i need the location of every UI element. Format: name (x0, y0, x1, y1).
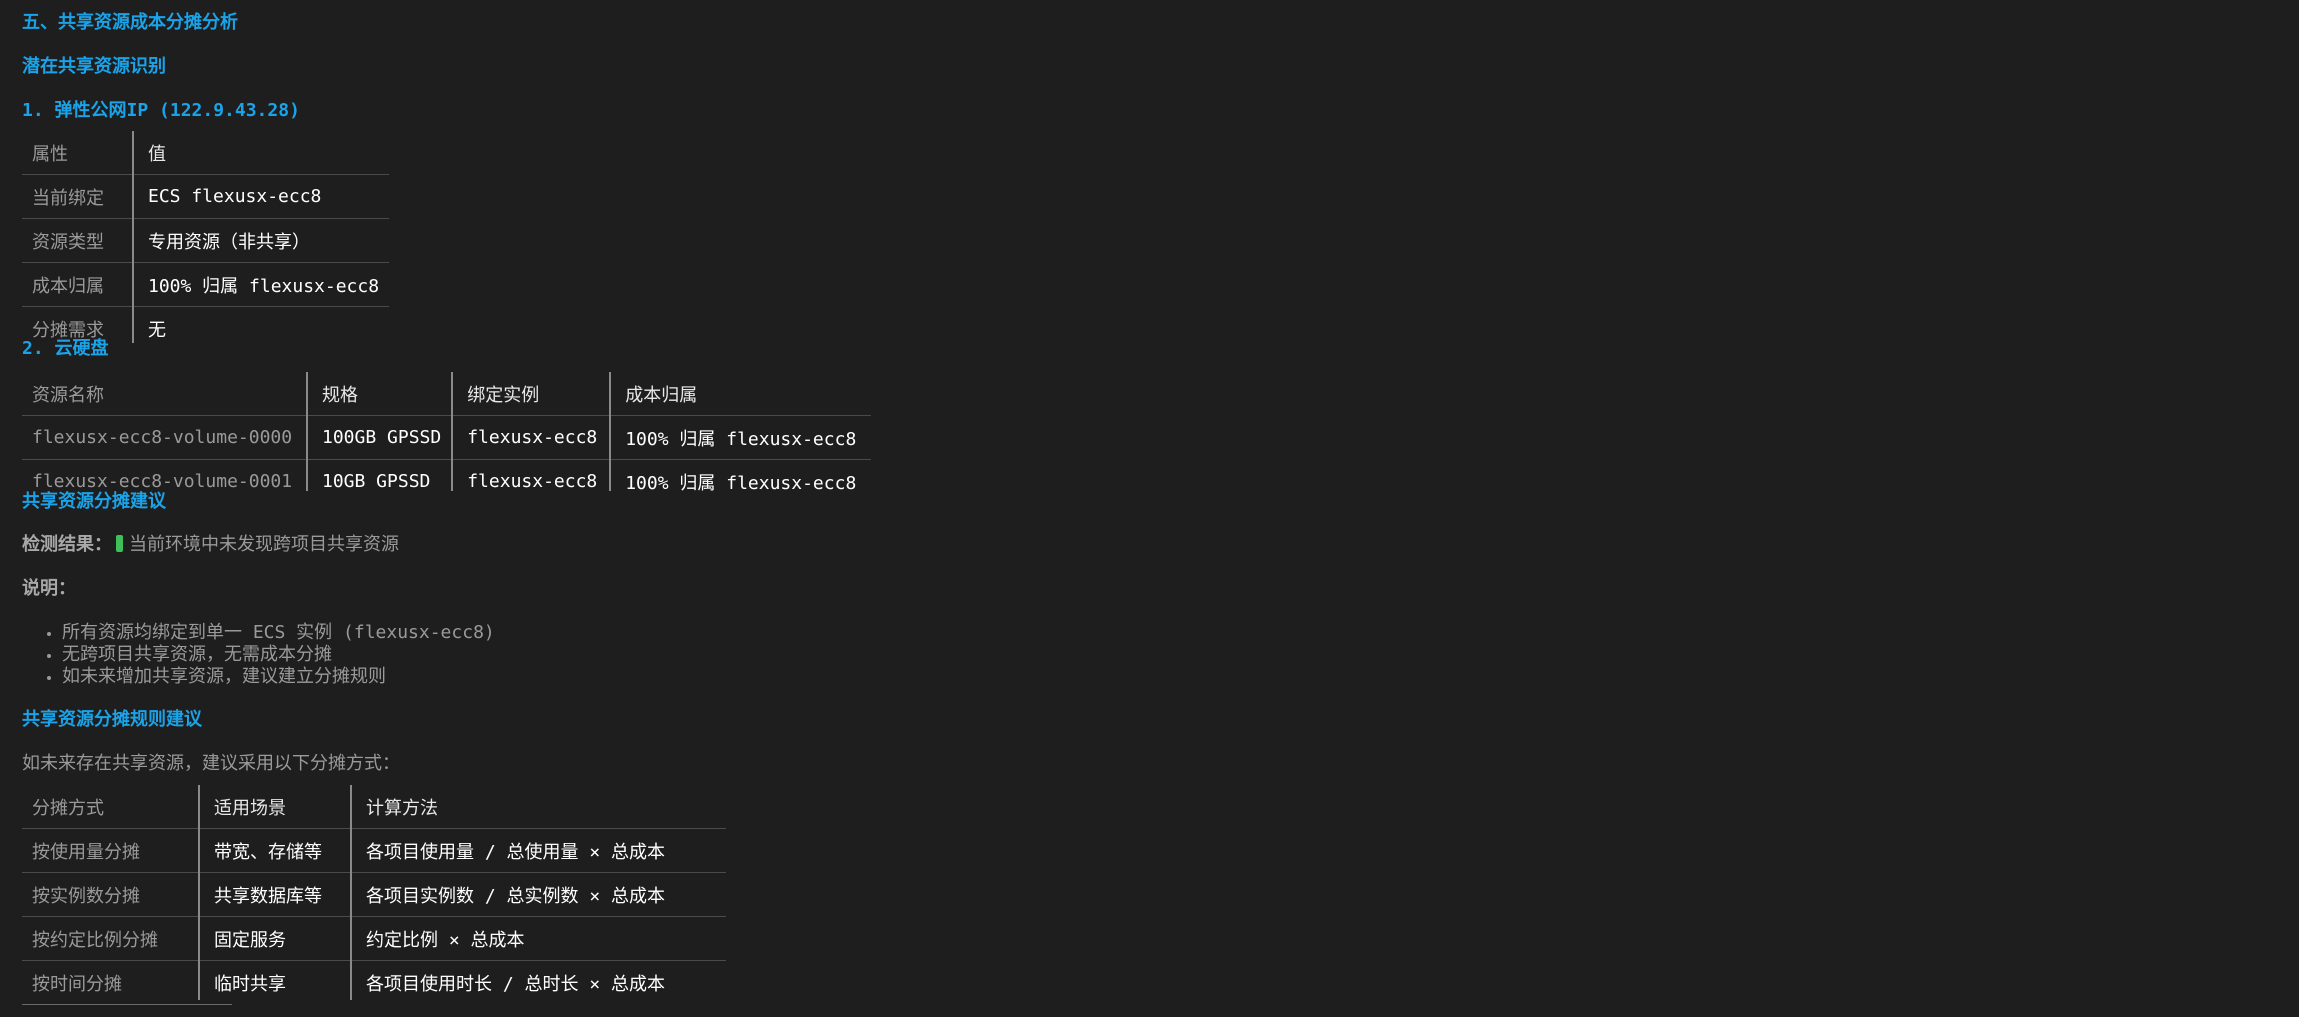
table-cell: 100% 归属 flexusx-ecc8 (131, 262, 390, 307)
list-item: 所有资源均绑定到单一 ECS 实例 (flexusx-ecc8) (62, 622, 495, 644)
disk-table: 资源名称 规格 绑定实例 成本归属 flexusx-ecc8-volume-00… (22, 372, 872, 491)
table-cell: 成本归属 (22, 262, 133, 307)
header-cell: 分摊方式 (22, 785, 199, 829)
table-row: 按使用量分摊 带宽、存储等 各项目使用量 / 总使用量 × 总成本 (22, 828, 726, 873)
table-cell: 固定服务 (198, 916, 351, 961)
eip-table: 属性 值 当前绑定 ECS flexusx-ecc8 资源类型 专用资源（非共享… (22, 131, 390, 343)
table-row: 成本归属 100% 归属 flexusx-ecc8 (22, 262, 390, 307)
table-cell: 各项目使用时长 / 总时长 × 总成本 (350, 960, 726, 1000)
disk-heading: 2. 云硬盘 (22, 338, 109, 359)
table-cell: flexusx-ecc8 (451, 415, 611, 460)
table-cell: 约定比例 × 总成本 (350, 916, 726, 961)
header-cell: 计算方法 (350, 785, 726, 829)
table-row: 按约定比例分摊 固定服务 约定比例 × 总成本 (22, 916, 726, 961)
table-header-row: 分摊方式 适用场景 计算方法 (22, 785, 726, 829)
note-line: 说明： (22, 577, 76, 601)
header-cell: 成本归属 (609, 372, 872, 416)
table-cell: flexusx-ecc8-volume-0000 (22, 415, 307, 460)
divider (22, 1004, 232, 1005)
table-cell: 各项目实例数 / 总实例数 × 总成本 (350, 872, 726, 917)
eip-heading: 1. 弹性公网IP (122.9.43.28) (22, 100, 300, 121)
header-cell: 资源名称 (22, 372, 307, 416)
rules-intro: 如未来存在共享资源，建议采用以下分摊方式： (22, 753, 400, 774)
table-cell: 专用资源（非共享） (131, 218, 390, 263)
table-cell: 按时间分摊 (32, 973, 122, 995)
header-cell: 规格 (305, 372, 453, 416)
list-item: 无跨项目共享资源，无需成本分摊 (62, 644, 495, 666)
detect-result: 检测结果： 当前环境中未发现跨项目共享资源 (22, 533, 399, 557)
detect-label: 检测结果： (22, 534, 112, 555)
header-cell: 属性 (22, 131, 133, 175)
subsection-title-potential: 潜在共享资源识别 (22, 56, 166, 77)
table-cell: flexusx-ecc8 (451, 459, 611, 491)
table-cell: 100% 归属 flexusx-ecc8 (609, 459, 872, 491)
table-row: flexusx-ecc8-volume-0001 10GB GPSSD flex… (22, 459, 872, 491)
table-header-row: 属性 值 (22, 131, 390, 175)
suggest-heading: 共享资源分摊建议 (22, 491, 166, 512)
table-header-row: 资源名称 规格 绑定实例 成本归属 (22, 372, 872, 416)
table-cell: 带宽、存储等 (198, 828, 351, 873)
table-cell: 各项目使用量 / 总使用量 × 总成本 (350, 828, 726, 873)
table-row: 按实例数分摊 共享数据库等 各项目实例数 / 总实例数 × 总成本 (22, 872, 726, 917)
section-title: 五、共享资源成本分摊分析 (22, 12, 238, 33)
table-cell: 按实例数分摊 (22, 872, 199, 917)
rules-heading: 共享资源分摊规则建议 (22, 709, 202, 730)
note-list: 所有资源均绑定到单一 ECS 实例 (flexusx-ecc8) 无跨项目共享资… (22, 622, 495, 688)
table-row: 资源类型 专用资源（非共享） (22, 218, 390, 263)
rules-table: 分摊方式 适用场景 计算方法 按使用量分摊 带宽、存储等 各项目使用量 / 总使… (22, 785, 726, 1000)
eip-table-wrap: 属性 值 当前绑定 ECS flexusx-ecc8 资源类型 专用资源（非共享… (22, 131, 392, 343)
list-item: 如未来增加共享资源，建议建立分摊规则 (62, 666, 495, 688)
header-cell: 绑定实例 (451, 372, 611, 416)
disk-table-wrap: 资源名称 规格 绑定实例 成本归属 flexusx-ecc8-volume-00… (22, 372, 882, 491)
rules-table-wrap: 分摊方式 适用场景 计算方法 按使用量分摊 带宽、存储等 各项目使用量 / 总使… (22, 785, 742, 1000)
table-row: 当前绑定 ECS flexusx-ecc8 (22, 174, 390, 219)
table-row: 按时间分摊 临时共享 各项目使用时长 / 总时长 × 总成本 (22, 960, 726, 1000)
check-icon (116, 535, 123, 552)
table-cell: 按约定比例分摊 (22, 916, 199, 961)
table-cell: 无 (131, 306, 390, 343)
table-cell: 按使用量分摊 (22, 828, 199, 873)
header-cell: 值 (131, 131, 390, 175)
table-cell: 100GB GPSSD (305, 415, 453, 460)
table-row: flexusx-ecc8-volume-0000 100GB GPSSD fle… (22, 415, 872, 460)
detect-text: 当前环境中未发现跨项目共享资源 (129, 534, 399, 555)
table-cell: ECS flexusx-ecc8 (131, 174, 390, 219)
note-label: 说明： (22, 578, 76, 599)
markdown-preview: 五、共享资源成本分摊分析 潜在共享资源识别 1. 弹性公网IP (122.9.4… (22, 0, 2282, 1017)
header-cell: 适用场景 (198, 785, 351, 829)
table-cell: 共享数据库等 (198, 872, 351, 917)
table-cell: 100% 归属 flexusx-ecc8 (609, 415, 872, 460)
table-cell: 当前绑定 (22, 174, 133, 219)
table-cell: flexusx-ecc8-volume-0001 (32, 471, 293, 491)
table-cell: 10GB GPSSD (305, 459, 453, 491)
table-cell: 临时共享 (198, 960, 351, 1000)
table-cell: 资源类型 (22, 218, 133, 263)
